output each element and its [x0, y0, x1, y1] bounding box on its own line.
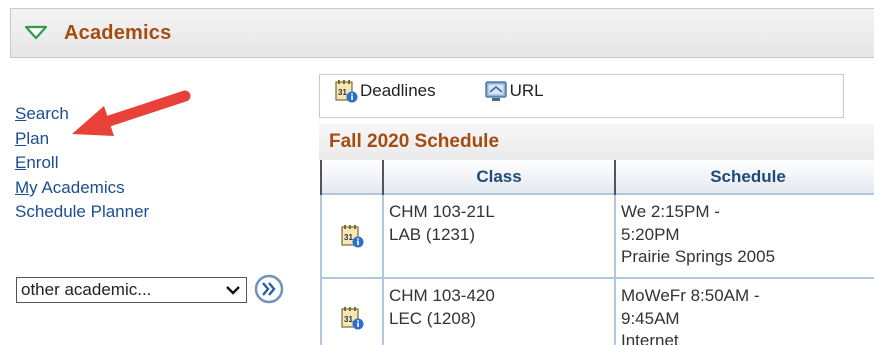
schedule-column-header: Schedule	[614, 160, 874, 194]
url-monitor-icon	[484, 79, 508, 103]
schedule-location: Internet	[621, 331, 679, 345]
table-row: 31 CHM 103-420 LEC (1208) MoWeFr 8:50AM …	[320, 277, 874, 345]
url-link[interactable]: URL	[484, 79, 544, 103]
table-row: 31 CHM 103-21L LAB (1231) We 2:15PM - 5:…	[320, 193, 874, 279]
red-annotation-arrow-icon	[72, 90, 191, 136]
plan-link-accesskey: P	[15, 128, 27, 148]
quick-links-bar: 31 Deadlines URL	[319, 74, 844, 118]
my-academics-link-accesskey: M	[15, 177, 30, 197]
icon-column-header	[320, 160, 384, 194]
svg-text:31: 31	[344, 233, 353, 242]
deadlines-link[interactable]: 31 Deadlines	[334, 79, 436, 103]
schedule-cell: MoWeFr 8:50AM - 9:45AM Internet	[614, 277, 874, 345]
schedule-title: Fall 2020 Schedule	[319, 124, 874, 160]
schedule-cell: We 2:15PM - 5:20PM Prairie Springs 2005	[614, 193, 874, 279]
schedule-planner-link[interactable]: Schedule Planner	[15, 200, 149, 225]
schedule-location: Prairie Springs 2005	[621, 247, 776, 266]
academics-section-header[interactable]: Academics	[10, 8, 874, 58]
collapse-triangle-icon[interactable]	[24, 21, 60, 45]
enroll-link[interactable]: Enroll	[15, 151, 149, 176]
schedule-end-time: 9:45AM	[621, 308, 680, 328]
section-title: Academics	[64, 21, 172, 44]
schedule-end-time: 5:20PM	[621, 224, 680, 244]
class-code: CHM 103-21L	[389, 202, 495, 221]
other-academic-select[interactable]: other academic...	[16, 277, 247, 303]
class-section: LEC (1208)	[389, 308, 476, 328]
svg-text:31: 31	[344, 315, 353, 324]
class-details-icon[interactable]: 31	[340, 224, 364, 248]
my-academics-link-label: y Academics	[29, 177, 125, 197]
deadlines-label: Deadlines	[360, 81, 436, 100]
row-icon-cell: 31	[320, 193, 384, 279]
class-cell: CHM 103-420 LEC (1208)	[382, 277, 616, 345]
class-section: LAB (1231)	[389, 224, 475, 244]
chevron-down-icon	[220, 285, 246, 295]
class-details-icon[interactable]: 31	[340, 306, 364, 330]
deadlines-calendar-icon: 31	[334, 79, 358, 103]
schedule-days-time: We 2:15PM -	[621, 202, 720, 221]
search-link-accesskey: S	[15, 104, 27, 123]
schedule-table: Class Schedule 31 CHM 103-21L LAB (1231)…	[320, 160, 874, 345]
class-column-header: Class	[382, 160, 616, 194]
schedule-days-time: MoWeFr 8:50AM -	[621, 286, 760, 305]
row-icon-cell: 31	[320, 277, 384, 345]
go-double-chevron-button[interactable]	[254, 274, 284, 304]
plan-link-label: lan	[26, 128, 50, 148]
url-label: URL	[509, 81, 544, 100]
class-cell: CHM 103-21L LAB (1231)	[382, 193, 616, 279]
enroll-link-accesskey: E	[15, 153, 27, 172]
other-academic-select-value: other academic...	[21, 280, 152, 299]
enroll-link-label: nroll	[26, 153, 59, 172]
svg-text:31: 31	[338, 88, 347, 97]
class-code: CHM 103-420	[389, 286, 495, 305]
my-academics-link[interactable]: My Academics	[15, 176, 149, 201]
